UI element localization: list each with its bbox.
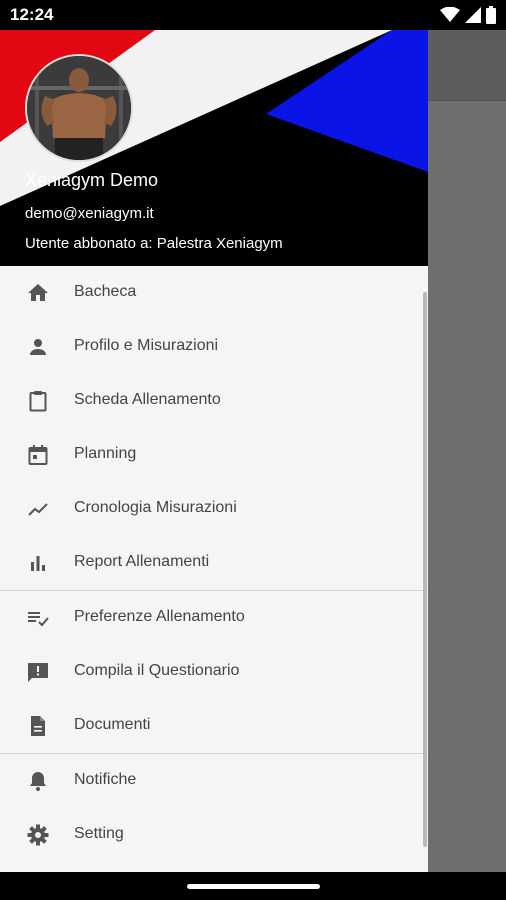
feedback-icon (26, 660, 50, 684)
bell-icon (26, 769, 50, 793)
gear-icon (26, 823, 50, 847)
drawer-scrim[interactable] (428, 30, 506, 872)
calendar-icon (26, 443, 50, 467)
background-app-bar (428, 30, 506, 101)
menu-item-label: Setting (74, 825, 124, 842)
menu-item-planning[interactable]: Planning (0, 428, 428, 482)
document-icon (26, 714, 50, 738)
menu-item-label: Notifiche (74, 771, 137, 788)
menu-item-scheda[interactable]: Scheda Allenamento (0, 374, 428, 428)
checklist-icon (26, 606, 50, 630)
menu-item-setting[interactable]: Setting (0, 808, 428, 862)
clipboard-icon (26, 389, 50, 413)
drawer-scrollbar[interactable] (423, 292, 427, 847)
menu-item-questionario[interactable]: Compila il Questionario (0, 645, 428, 699)
navigation-drawer: Xeniagym Demo demo@xeniagym.it Utente ab… (0, 30, 428, 872)
menu-item-label: Planning (74, 445, 137, 462)
person-icon (26, 335, 50, 359)
menu-item-cronologia[interactable]: Cronologia Misurazioni (0, 482, 428, 536)
status-time: 12:24 (10, 5, 54, 24)
user-name: Xeniagym Demo (25, 170, 159, 190)
menu-item-preferenze[interactable]: Preferenze Allenamento (0, 591, 428, 645)
status-bar: 12:24 (0, 0, 506, 30)
menu-item-label: Preferenze Allenamento (74, 608, 245, 625)
wifi-icon (440, 7, 460, 23)
menu-item-documenti[interactable]: Documenti (0, 699, 428, 753)
trending-icon (26, 497, 50, 521)
menu-item-label: Documenti (74, 716, 151, 733)
drawer-header: Xeniagym Demo demo@xeniagym.it Utente ab… (0, 30, 428, 266)
drawer-menu: Bacheca Profilo e Misurazioni Scheda All… (0, 266, 428, 862)
menu-item-label: Report Allenamenti (74, 553, 210, 570)
user-email: demo@xeniagym.it (25, 205, 154, 222)
menu-item-label: Bacheca (74, 283, 137, 300)
home-gesture-handle[interactable] (187, 884, 320, 889)
menu-item-label: Profilo e Misurazioni (74, 337, 219, 354)
signal-icon (465, 7, 481, 23)
subscription-info: Utente abbonato a: Palestra Xeniagym (25, 235, 283, 252)
menu-item-label: Scheda Allenamento (74, 391, 221, 408)
menu-item-report[interactable]: Report Allenamenti (0, 536, 428, 590)
menu-item-bacheca[interactable]: Bacheca (0, 266, 428, 320)
menu-item-label: Compila il Questionario (74, 662, 240, 679)
menu-item-label: Cronologia Misurazioni (74, 499, 237, 516)
menu-item-notifiche[interactable]: Notifiche (0, 754, 428, 808)
status-icons (440, 6, 496, 24)
avatar[interactable] (25, 54, 133, 162)
bar-chart-icon (26, 551, 50, 575)
system-nav-bar (0, 872, 506, 900)
home-icon (26, 281, 50, 305)
battery-icon (486, 6, 496, 24)
menu-item-profilo[interactable]: Profilo e Misurazioni (0, 320, 428, 374)
